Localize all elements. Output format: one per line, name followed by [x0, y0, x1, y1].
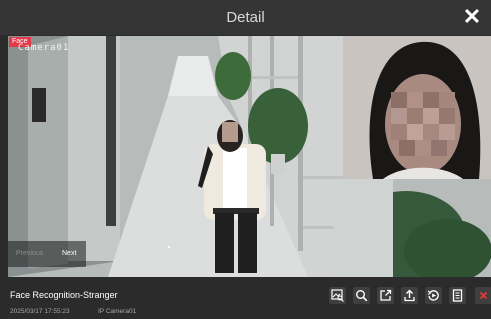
- close-window-button[interactable]: ✕: [459, 4, 485, 30]
- export-icon: [380, 289, 392, 301]
- snapshot-navigation: Previous Next: [8, 241, 86, 267]
- camera-overlay-label: Camera01: [18, 43, 70, 53]
- title-bar: Detail ✕: [0, 0, 491, 35]
- export-button[interactable]: [377, 287, 394, 304]
- upload-icon: [404, 289, 415, 302]
- face-crop-image: [343, 36, 491, 179]
- face-crop-thumbnail: [343, 36, 491, 179]
- image-search-button[interactable]: [329, 287, 346, 304]
- event-title: Face Recognition-Stranger: [10, 290, 118, 300]
- delete-button[interactable]: [475, 287, 491, 304]
- playback-icon: [427, 290, 439, 301]
- previous-button[interactable]: Previous: [16, 241, 43, 267]
- close-icon: [479, 291, 488, 300]
- upload-button[interactable]: [401, 287, 418, 304]
- event-timestamp: 2025/03/17 17:55:23: [10, 308, 70, 315]
- event-info-bar: Face Recognition-Stranger 2025/03/17 17:…: [0, 278, 491, 319]
- event-camera: IP Camera01: [98, 308, 137, 315]
- search-button[interactable]: [353, 287, 370, 304]
- window-title: Detail: [226, 9, 265, 26]
- next-button[interactable]: Next: [62, 241, 76, 267]
- document-button[interactable]: [449, 287, 466, 304]
- snapshot-viewer: Face Camera01 Previous Next: [8, 36, 491, 277]
- search-icon: [356, 290, 368, 302]
- document-icon: [452, 289, 463, 302]
- image-search-icon: [331, 289, 344, 302]
- detail-window: Detail ✕ Face Camera01 Previous Next Fac…: [0, 0, 491, 319]
- playback-button[interactable]: [425, 287, 442, 304]
